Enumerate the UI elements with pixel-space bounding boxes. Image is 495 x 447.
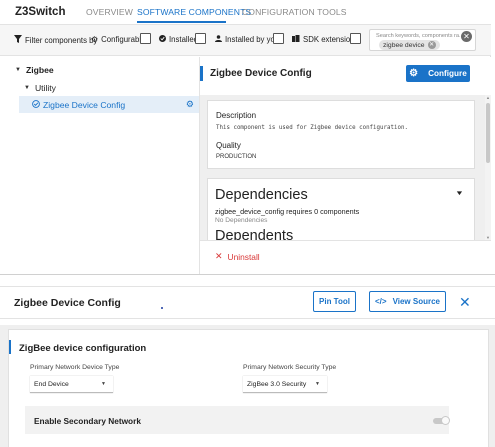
configurable-text: Configurable	[101, 35, 146, 44]
close-icon[interactable]: ✕	[459, 294, 471, 311]
detail-scroll-area[interactable]: Description This component is used for Z…	[200, 95, 485, 240]
caret-down-icon: ▼	[24, 84, 30, 91]
installed-filter-label: Installed	[159, 35, 198, 44]
scrollbar-thumb[interactable]	[486, 103, 490, 163]
primary-security-type-select[interactable]: ZigBee 3.0 Security ▼	[243, 376, 327, 393]
chip-remove-icon[interactable]: ✕	[427, 41, 436, 49]
tree-node-utility-label: Utility	[34, 82, 56, 93]
check-circle-icon	[159, 35, 166, 44]
search-placeholder: Search keywords, components ra...	[376, 33, 464, 39]
header-divider	[0, 318, 495, 319]
description-card: Description This component is used for Z…	[207, 100, 475, 169]
configurable-checkbox[interactable]	[140, 33, 151, 44]
tree-node-zigbee-label: Zigbee	[25, 64, 54, 75]
configure-button[interactable]: ⚙ Configure	[406, 65, 470, 82]
dependencies-text: zigbee_device_config requires 0 componen…	[215, 207, 360, 216]
quality-label: Quality	[216, 141, 241, 150]
check-circle-icon	[32, 99, 40, 110]
filter-bar: Filter components by ⚙ Configurable Inst…	[0, 24, 491, 56]
close-icon: ✕	[215, 251, 223, 261]
editor-title: Zigbee Device Config	[14, 297, 121, 309]
tree-node-utility[interactable]: ▼ Utility	[0, 79, 199, 96]
component-browser-panel: Z3Switch OVERVIEW SOFTWARE COMPONENTS CO…	[0, 0, 491, 274]
no-dependencies-text: No Dependencies	[215, 217, 268, 224]
config-card: ZigBee device configuration Primary Netw…	[8, 329, 489, 447]
code-icon: </>	[374, 297, 387, 306]
detail-header: Zigbee Device Config ⚙ Configure	[200, 57, 491, 91]
dependencies-title: Dependencies	[215, 187, 308, 203]
tree-item-label: Zigbee Device Config	[43, 99, 126, 110]
accent-bar	[9, 340, 11, 354]
sdk-extensions-filter-label: SDK extensions	[292, 35, 358, 44]
caret-down-icon: ▼	[101, 381, 106, 387]
view-source-button[interactable]: </> View Source	[369, 291, 446, 312]
chevron-down-icon[interactable]: ▼	[455, 190, 464, 197]
detail-footer: ✕ Uninstall	[200, 240, 491, 274]
view-source-label: View Source	[392, 297, 440, 306]
gear-icon: ⚙	[91, 35, 99, 44]
installed-checkbox[interactable]	[195, 33, 206, 44]
secondary-network-row: Enable Secondary Network	[25, 406, 450, 434]
app-title: Z3Switch	[15, 6, 66, 18]
description-text: This component is used for Zigbee device…	[216, 125, 408, 131]
tab-configuration-tools[interactable]: CONFIGURATION TOOLS	[242, 7, 347, 17]
mouse-cursor-dot	[161, 307, 163, 309]
caret-down-icon: ▼	[315, 381, 320, 387]
config-title: ZigBee device configuration	[19, 343, 147, 354]
component-tree: ▼ Zigbee ▼ Utility Zigbee Device Config …	[0, 57, 199, 274]
caret-down-icon: ▼	[15, 66, 21, 73]
dependents-title: Dependents	[215, 228, 294, 240]
search-clear-icon[interactable]: ✕	[461, 31, 472, 42]
tree-item-zigbee-device-config[interactable]: Zigbee Device Config ⚙	[19, 96, 199, 113]
tab-software-components[interactable]: SOFTWARE COMPONENTS	[137, 7, 251, 17]
scroll-up-icon[interactable]: ▲	[485, 95, 491, 100]
secondary-network-toggle[interactable]	[433, 416, 450, 425]
active-tab-indicator	[137, 21, 226, 23]
uninstall-label: Uninstall	[227, 251, 260, 262]
component-detail: Zigbee Device Config ⚙ Configure Descrip…	[199, 57, 491, 274]
primary-device-type-label: Primary Network Device Type	[30, 364, 120, 371]
filter-by-text: Filter components by	[25, 35, 98, 45]
quality-value: PRODUCTION	[216, 154, 257, 160]
tabs-bar: Z3Switch OVERVIEW SOFTWARE COMPONENTS CO…	[0, 0, 491, 24]
sdk-extensions-checkbox[interactable]	[350, 33, 361, 44]
extension-icon	[292, 35, 300, 44]
gear-icon[interactable]: ⚙	[186, 99, 194, 110]
pin-tool-label: Pin Tool	[319, 297, 350, 306]
secondary-network-label: Enable Secondary Network	[34, 416, 141, 426]
configurable-filter-label: ⚙ Configurable	[91, 35, 145, 44]
toggle-knob	[441, 416, 450, 425]
search-input[interactable]: Search keywords, components ra... zigbee…	[369, 29, 476, 51]
installed-text: Installed	[169, 35, 199, 44]
gear-icon: ⚙	[409, 68, 419, 79]
description-label: Description	[216, 111, 257, 120]
filter-by-label: Filter components by	[14, 35, 97, 45]
pin-tool-button[interactable]: Pin Tool	[313, 291, 356, 312]
installed-by-you-text: Installed by you	[225, 35, 280, 44]
configure-label: Configure	[428, 69, 467, 78]
detail-title: Zigbee Device Config	[210, 68, 312, 79]
primary-device-type-select[interactable]: End Device ▼	[30, 376, 113, 393]
filter-icon	[14, 35, 22, 45]
search-chip[interactable]: zigbee device ✕	[379, 40, 440, 50]
tab-overview[interactable]: OVERVIEW	[86, 7, 133, 17]
detail-scrollbar[interactable]: ▲ ▼	[485, 95, 491, 240]
primary-security-type-value: ZigBee 3.0 Security	[247, 380, 307, 388]
person-icon	[215, 35, 222, 44]
installed-by-you-checkbox[interactable]	[273, 33, 284, 44]
config-editor-panel: Zigbee Device Config Pin Tool </> View S…	[0, 286, 495, 447]
dependencies-card: Dependencies ▼ zigbee_device_config requ…	[207, 178, 475, 240]
primary-security-type-label: Primary Network Security Type	[243, 364, 337, 371]
uninstall-button[interactable]: ✕ Uninstall	[215, 251, 260, 262]
primary-device-type-value: End Device	[34, 380, 69, 388]
installed-by-you-filter-label: Installed by you	[215, 35, 279, 44]
search-chip-label: zigbee device	[383, 41, 425, 49]
accent-bar	[200, 66, 203, 81]
tree-node-zigbee[interactable]: ▼ Zigbee	[0, 61, 199, 78]
config-area: ZigBee device configuration Primary Netw…	[0, 325, 495, 447]
